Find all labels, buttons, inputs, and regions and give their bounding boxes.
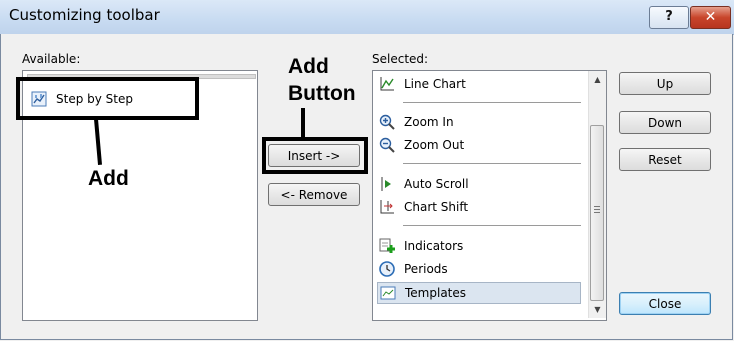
separator — [403, 163, 581, 164]
selected-item-label: Zoom Out — [404, 138, 465, 152]
selected-item-label: Periods — [404, 262, 448, 276]
close-window-button[interactable]: ✕ — [690, 6, 731, 29]
separator — [403, 225, 581, 226]
indicators-icon — [379, 238, 395, 253]
selected-label: Selected: — [372, 52, 429, 66]
selected-item-indicators[interactable]: Indicators — [377, 236, 581, 256]
window-title: Customizing toolbar — [9, 6, 160, 24]
scroll-down-arrow-icon[interactable]: ▼ — [589, 301, 606, 318]
annotation-add-label: Add — [88, 167, 129, 190]
selected-item-label: Zoom In — [404, 115, 454, 129]
selected-list[interactable]: Line Chart Zoom In Zoom Out Auto Scroll … — [372, 70, 607, 321]
selected-item-chart-shift[interactable]: Chart Shift — [377, 197, 581, 217]
scroll-thumb[interactable] — [590, 125, 604, 301]
separator — [403, 102, 581, 103]
selected-list-scrollbar[interactable]: ▲ ▼ — [588, 71, 606, 318]
zoom-in-icon — [379, 114, 395, 130]
selected-item-line-chart[interactable]: Line Chart — [377, 74, 581, 94]
help-button[interactable]: ? — [649, 6, 689, 29]
zoom-out-icon — [379, 137, 395, 153]
scroll-up-arrow-icon[interactable]: ▲ — [589, 71, 606, 88]
selected-item-templates[interactable]: Templates — [377, 282, 581, 304]
down-button[interactable]: Down — [619, 111, 711, 134]
selected-item-label: Indicators — [404, 239, 464, 253]
selected-item-zoom-out[interactable]: Zoom Out — [377, 135, 581, 155]
up-button[interactable]: Up — [619, 72, 711, 95]
annotation-line-insert — [301, 108, 305, 138]
chart-shift-icon — [380, 200, 394, 214]
selected-item-zoom-in[interactable]: Zoom In — [377, 112, 581, 132]
auto-scroll-icon — [381, 177, 391, 191]
periods-icon — [379, 261, 395, 277]
selected-item-periods[interactable]: Periods — [377, 259, 581, 279]
selected-item-label: Templates — [405, 286, 467, 300]
available-label: Available: — [22, 52, 81, 66]
selected-item-label: Auto Scroll — [404, 177, 469, 191]
annotation-add-button-label-1: Add — [288, 55, 329, 78]
selected-item-auto-scroll[interactable]: Auto Scroll — [377, 174, 581, 194]
remove-button[interactable]: <- Remove — [268, 183, 360, 206]
selected-item-label: Chart Shift — [404, 200, 469, 214]
line-chart-icon — [380, 77, 394, 91]
annotation-box-available-item — [16, 77, 199, 120]
annotation-add-button-label-2: Button — [288, 82, 356, 105]
close-button[interactable]: Close — [619, 292, 711, 315]
selected-item-label: Line Chart — [404, 77, 466, 91]
templates-icon — [380, 286, 396, 300]
annotation-box-insert — [262, 137, 368, 174]
reset-button[interactable]: Reset — [619, 148, 711, 171]
